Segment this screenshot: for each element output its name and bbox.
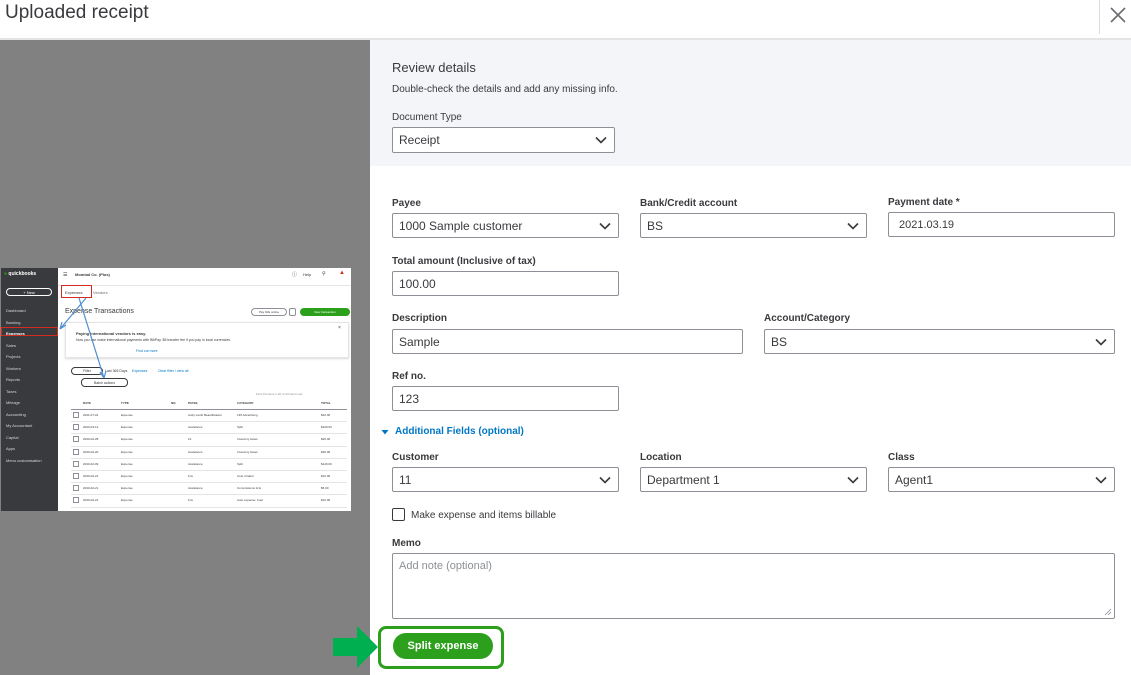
ref-no-value: 123 xyxy=(399,391,420,406)
memo-label: Memo xyxy=(392,538,421,549)
total-amount-label: Total amount (Inclusive of tax) xyxy=(392,256,536,267)
chevron-down-icon xyxy=(847,476,859,484)
location-select[interactable]: Department 1 xyxy=(640,467,867,492)
payment-date-label: Payment date * xyxy=(888,197,960,208)
payment-date-input[interactable]: 2021.03.19 xyxy=(888,212,1115,237)
document-type-label: Document Type xyxy=(392,112,462,123)
total-amount-input[interactable]: 100.00 xyxy=(392,271,619,296)
resize-handle-icon[interactable] xyxy=(1104,608,1112,616)
location-label: Location xyxy=(640,452,682,463)
customer-value: 11 xyxy=(399,472,412,487)
ref-no-input[interactable]: 123 xyxy=(392,386,619,411)
header-divider xyxy=(1099,0,1100,34)
document-type-select[interactable]: Receipt xyxy=(392,127,615,153)
payment-date-value: 2021.03.19 xyxy=(899,218,955,231)
review-title: Review details xyxy=(392,60,476,75)
location-value: Department 1 xyxy=(647,472,720,487)
close-icon[interactable] xyxy=(1106,3,1130,27)
ref-no-label: Ref no. xyxy=(392,371,426,382)
bank-account-value: BS xyxy=(647,218,664,233)
class-select[interactable]: Agent1 xyxy=(888,467,1115,492)
payee-select[interactable]: 1000 Sample customer xyxy=(392,213,619,238)
billable-checkbox[interactable] xyxy=(392,508,405,521)
split-expense-button[interactable]: Split expense xyxy=(393,633,493,659)
description-value: Sample xyxy=(399,334,440,349)
dialog-title: Uploaded receipt xyxy=(5,2,149,23)
payee-value: 1000 Sample customer xyxy=(399,218,523,233)
account-category-select[interactable]: BS xyxy=(764,329,1115,354)
class-value: Agent1 xyxy=(895,472,934,487)
chevron-down-icon xyxy=(1095,338,1107,346)
review-subtitle: Double-check the details and add any mis… xyxy=(392,84,618,95)
additional-fields-toggle[interactable]: Additional Fields (optional) xyxy=(380,426,524,437)
bank-account-select[interactable]: BS xyxy=(640,213,867,238)
additional-fields-label: Additional Fields (optional) xyxy=(395,426,524,437)
chevron-down-icon xyxy=(595,136,607,144)
arrow-right-icon xyxy=(333,626,378,668)
billable-label: Make expense and items billable xyxy=(411,510,557,521)
memo-placeholder: Add note (optional) xyxy=(399,560,492,572)
caret-down-icon xyxy=(381,429,389,434)
chevron-down-icon xyxy=(847,222,859,230)
payee-label: Payee xyxy=(392,198,421,209)
chevron-down-icon xyxy=(599,476,611,484)
total-amount-value: 100.00 xyxy=(399,276,436,291)
customer-label: Customer xyxy=(392,452,439,463)
chevron-down-icon xyxy=(1095,476,1107,484)
description-label: Description xyxy=(392,313,448,324)
receipt-preview-image: ● quickbooks + New Dashboard Banking Expen… xyxy=(1,268,351,511)
customer-select[interactable]: 11 xyxy=(392,467,619,492)
document-type-value: Receipt xyxy=(399,133,440,147)
account-category-label: Account/Category xyxy=(764,313,851,324)
description-input[interactable]: Sample xyxy=(392,329,743,354)
class-label: Class xyxy=(888,452,915,463)
memo-textarea[interactable]: Add note (optional) xyxy=(392,553,1115,619)
account-category-value: BS xyxy=(771,334,788,349)
bank-account-label: Bank/Credit account xyxy=(640,198,738,209)
thumb-callout-arrows xyxy=(59,297,107,379)
chevron-down-icon xyxy=(599,222,611,230)
